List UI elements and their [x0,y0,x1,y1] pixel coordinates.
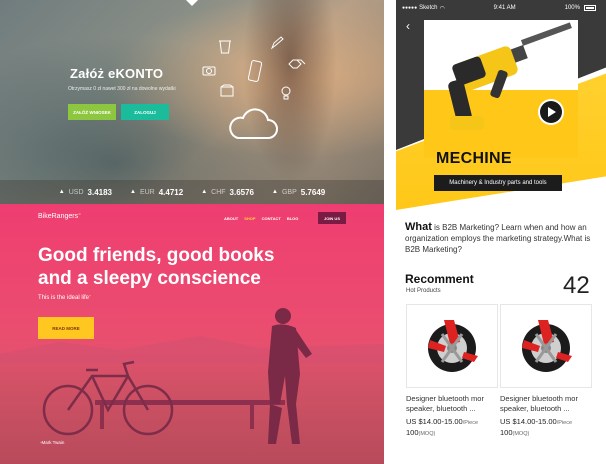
arrow-up-icon: ▲ [58,189,65,195]
bulb-icon [281,86,291,100]
wheel-product-image [522,320,572,372]
box-icon [220,84,234,97]
product-name[interactable]: Designer bluetooth mor speaker, bluetoot… [406,394,498,414]
top-notch [186,0,198,6]
product-moq: 100(MOQ) [500,428,530,437]
rate-usd: ▲ USD 3.4183 [58,187,112,197]
pencil-icon [270,36,284,50]
status-bar: ●●●●● Sketch ◠ 9:41 AM 100% [396,2,606,14]
recommend-title: Recomment [405,272,474,286]
apply-button[interactable]: ZAŁÓŻ WNIOSEK [68,104,116,120]
ekonto-banner: Załóż eKONTO Otrzymasz 0 zł nawet 300 zł… [0,0,384,204]
site-logo[interactable]: BikeRangers° [38,213,81,220]
camera-icon [202,66,216,76]
mobile-product-screen: ●●●●● Sketch ◠ 9:41 AM 100% ‹ MECHINE Mach… [396,0,606,464]
collage: Załóż eKONTO Otrzymasz 0 zł nawet 300 zł… [0,0,606,464]
back-chevron-icon[interactable]: ‹ [406,19,410,33]
doodle-icons [200,30,320,160]
quote-credit: -Mark Twain [40,440,65,445]
hammer-drill-image [424,22,578,158]
nav-contact[interactable]: CONTACT [262,216,281,221]
join-us-button[interactable]: JOIN US [318,212,346,224]
bikerangers-hero: BikeRangers° ABOUT SHOP CONTACT BLOG JOI… [0,204,384,464]
product-card[interactable] [406,304,498,388]
product-moq: 100(MOQ) [406,428,436,437]
product-card[interactable] [500,304,592,388]
login-button[interactable]: ZALOGUJ [121,104,169,120]
nav-blog[interactable]: BLOG [287,216,299,221]
wifi-icon: ◠ [439,5,445,12]
signal-icon: ●●●●● [402,5,418,11]
play-icon [540,101,562,123]
product-name[interactable]: Designer bluetooth mor speaker, bluetoot… [500,394,592,414]
battery-icon [583,5,596,11]
phone-icon [248,60,262,82]
hero-headline: Good friends, good books and a sleepy co… [38,245,275,289]
ekonto-subtitle: Otrzymasz 0 zł nawet 300 zł na dowolne w… [68,86,176,92]
cup-icon [219,40,231,54]
play-video-button[interactable] [538,99,564,125]
hero-tagline: This is the ideal life" [38,295,91,301]
nav-shop[interactable]: SHOP [244,216,255,221]
description: What is B2B Marketing? Learn when and ho… [405,221,591,255]
rate-chf: ▲ CHF 3.6576 [201,187,254,197]
arrow-up-icon: ▲ [272,189,278,195]
exchange-rates: ▲ USD 3.4183 ▲ EUR 4.4712 ▲ CHF 3.6576 ▲ GBP 5.7… [0,180,384,204]
recommend-count: 42 [563,272,590,299]
product-hero: ●●●●● Sketch ◠ 9:41 AM 100% ‹ MECHINE Mach… [396,0,606,210]
hero-title: MECHINE [436,150,512,167]
arrow-up-icon: ▲ [201,189,208,195]
read-more-button[interactable]: READ MORE [38,317,94,339]
product-price: US $14.00-15.00/Piece [500,417,573,426]
handshake-icon [288,59,306,69]
product-image-card [424,20,578,158]
ekonto-title: Załóż eKONTO [70,66,164,81]
product-price: US $14.00-15.00/Piece [406,417,479,426]
rate-gbp: ▲ GBP 5.7649 [272,187,326,197]
recommend-subtitle: Hot Products [406,288,441,294]
main-nav: ABOUT SHOP CONTACT BLOG [224,216,298,221]
nav-about[interactable]: ABOUT [224,216,238,221]
arrow-up-icon: ▲ [129,189,136,195]
category-badge[interactable]: Machinery & Industry parts and tools [434,175,562,191]
rate-eur: ▲ EUR 4.4712 [129,187,184,197]
cloud-icon [229,108,278,139]
wheel-product-image [428,320,478,372]
